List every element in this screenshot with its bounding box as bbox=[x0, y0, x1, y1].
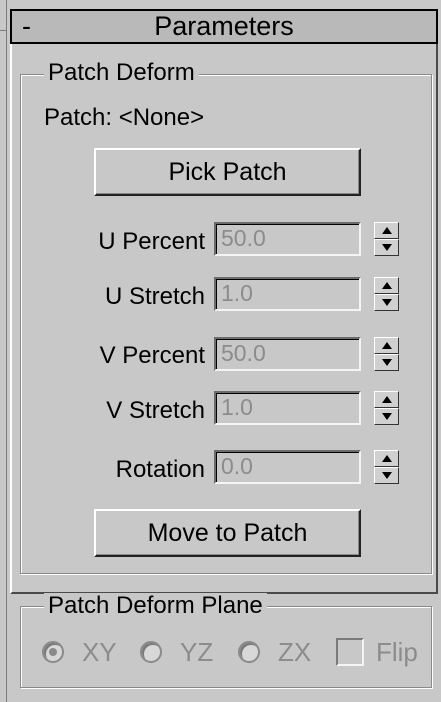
rollout-title: Parameters bbox=[154, 11, 294, 41]
down-arrow-icon bbox=[382, 299, 392, 306]
u-percent-field[interactable]: 50.0 bbox=[214, 222, 361, 256]
u-stretch-spin-up[interactable] bbox=[374, 277, 399, 294]
v-stretch-spin-up[interactable] bbox=[374, 391, 399, 408]
rotation-spin-up[interactable] bbox=[374, 450, 399, 467]
up-arrow-icon bbox=[382, 227, 392, 234]
v-percent-spinner[interactable] bbox=[374, 337, 399, 371]
u-percent-label: U Percent bbox=[98, 228, 205, 255]
plane-zx-label: ZX bbox=[278, 637, 312, 667]
up-arrow-icon bbox=[382, 396, 392, 403]
plane-yz-radio[interactable] bbox=[140, 641, 162, 663]
pick-patch-button[interactable]: Pick Patch bbox=[94, 148, 361, 196]
panel-edge-tick bbox=[0, 30, 7, 31]
rotation-spinner[interactable] bbox=[374, 450, 399, 484]
flip-checkbox[interactable] bbox=[336, 638, 364, 666]
up-arrow-icon bbox=[382, 342, 392, 349]
rotation-spin-down[interactable] bbox=[374, 467, 399, 484]
u-percent-spin-down[interactable] bbox=[374, 239, 399, 256]
patch-deform-plane-group-title: Patch Deform Plane bbox=[44, 593, 267, 619]
patch-status-label: Patch: <None> bbox=[44, 104, 205, 131]
rotation-field[interactable]: 0.0 bbox=[214, 450, 361, 484]
v-stretch-spin-down[interactable] bbox=[374, 408, 399, 425]
up-arrow-icon bbox=[382, 455, 392, 462]
v-percent-label: V Percent bbox=[99, 342, 205, 369]
down-arrow-icon bbox=[382, 413, 392, 420]
v-percent-spin-down[interactable] bbox=[374, 354, 399, 371]
flip-label: Flip bbox=[376, 637, 418, 667]
v-stretch-label: V Stretch bbox=[106, 397, 205, 424]
radio-selected-dot bbox=[49, 648, 57, 656]
u-stretch-spin-down[interactable] bbox=[374, 294, 399, 311]
plane-options-row: XY YZ ZX Flip bbox=[38, 634, 428, 674]
rotation-label: Rotation bbox=[115, 456, 205, 483]
plane-zx-radio[interactable] bbox=[238, 641, 260, 663]
v-stretch-field[interactable]: 1.0 bbox=[214, 391, 361, 425]
u-stretch-label: U Stretch bbox=[104, 283, 205, 310]
plane-xy-label: XY bbox=[82, 637, 117, 667]
move-to-patch-button[interactable]: Move to Patch bbox=[94, 509, 361, 557]
u-stretch-field[interactable]: 1.0 bbox=[214, 277, 361, 311]
plane-xy-radio[interactable] bbox=[42, 641, 64, 663]
patch-deform-group-title: Patch Deform bbox=[44, 60, 199, 86]
v-percent-spin-up[interactable] bbox=[374, 337, 399, 354]
plane-yz-label: YZ bbox=[180, 637, 214, 667]
up-arrow-icon bbox=[382, 282, 392, 289]
down-arrow-icon bbox=[382, 244, 392, 251]
u-stretch-spinner[interactable] bbox=[374, 277, 399, 311]
u-percent-spinner[interactable] bbox=[374, 222, 399, 256]
down-arrow-icon bbox=[382, 472, 392, 479]
v-percent-field[interactable]: 50.0 bbox=[214, 337, 361, 371]
panel-left-edge bbox=[6, 0, 7, 702]
down-arrow-icon bbox=[382, 359, 392, 366]
v-stretch-spinner[interactable] bbox=[374, 391, 399, 425]
parameters-rollout-header[interactable]: - Parameters bbox=[10, 9, 438, 44]
u-percent-spin-up[interactable] bbox=[374, 222, 399, 239]
